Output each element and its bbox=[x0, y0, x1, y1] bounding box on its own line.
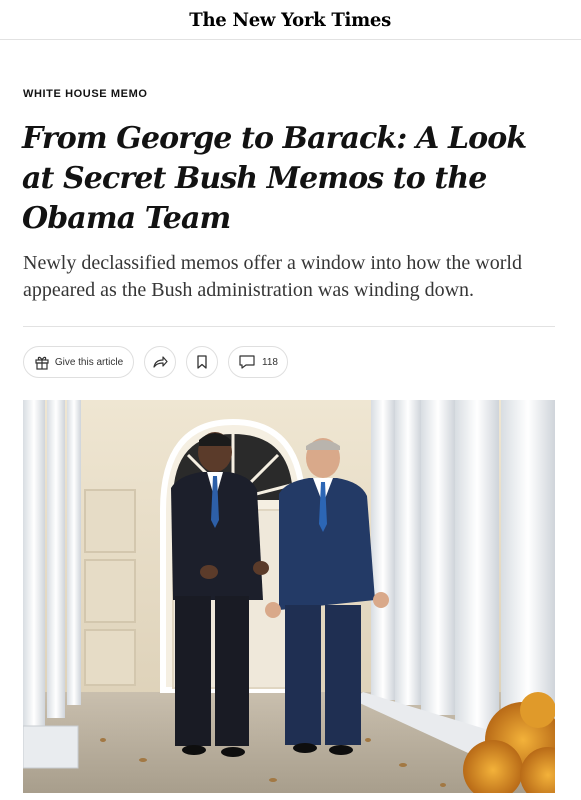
share-button[interactable] bbox=[144, 346, 176, 378]
article-kicker[interactable]: WHITE HOUSE MEMO bbox=[23, 88, 148, 100]
article-headline: From George to Barack: A Look at Secret … bbox=[22, 121, 527, 236]
door-panels bbox=[84, 489, 136, 686]
nyt-logo[interactable]: The New York Times bbox=[190, 9, 392, 31]
bookmark-button[interactable] bbox=[186, 346, 218, 378]
comment-count: 118 bbox=[262, 356, 278, 368]
lead-photo-illustration bbox=[23, 400, 555, 793]
give-article-label: Give this article bbox=[54, 356, 124, 368]
share-toolbar: Give this article 118 bbox=[23, 346, 288, 378]
gift-icon bbox=[34, 354, 50, 370]
comments-button[interactable]: 118 bbox=[228, 346, 288, 378]
article-summary: Newly declassified memos offer a window … bbox=[23, 252, 522, 301]
lead-photo[interactable] bbox=[23, 400, 555, 793]
bookmark-icon bbox=[195, 354, 209, 370]
give-article-button[interactable]: Give this article bbox=[23, 346, 134, 378]
comment-icon bbox=[238, 354, 256, 370]
share-icon bbox=[152, 354, 168, 370]
masthead: The New York Times bbox=[0, 0, 581, 40]
divider bbox=[23, 326, 555, 327]
